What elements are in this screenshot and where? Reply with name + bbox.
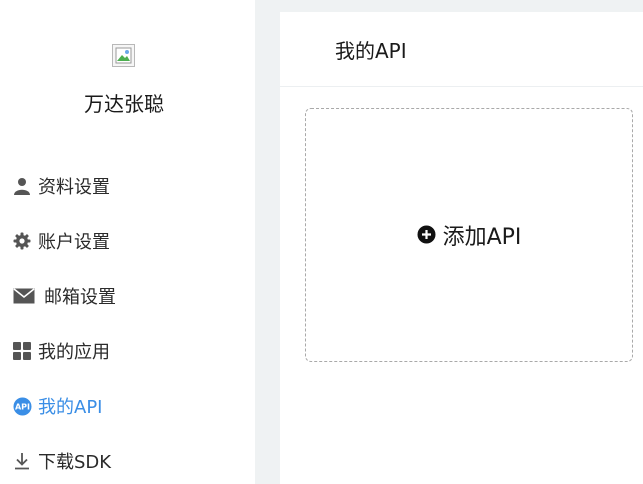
envelope-icon xyxy=(12,286,36,306)
add-api-label: 添加API xyxy=(442,225,522,250)
sidebar-item-email[interactable]: 邮箱设置 xyxy=(12,281,116,311)
add-api-content: 添加API xyxy=(417,219,522,251)
sidebar-item-label: 邮箱设置 xyxy=(44,287,116,308)
sidebar-item-label: 下载SDK xyxy=(38,452,112,473)
sidebar-item-label: 我的应用 xyxy=(38,342,110,363)
sidebar-item-apps[interactable]: 我的应用 xyxy=(12,336,110,366)
page-title: 我的API xyxy=(280,12,643,87)
plus-circle-icon xyxy=(417,225,437,245)
add-api-button[interactable]: 添加API xyxy=(305,108,633,362)
sidebar-item-label: 资料设置 xyxy=(38,177,110,198)
sidebar: 万达张聪 资料设置 账户设置 邮箱设置 我的应用 API 我的API 下载SDK xyxy=(0,0,255,484)
sidebar-item-label: 我的API xyxy=(38,397,103,418)
api-icon: API xyxy=(12,396,32,416)
svg-text:API: API xyxy=(14,402,29,411)
avatar xyxy=(112,44,135,67)
sidebar-item-account[interactable]: 账户设置 xyxy=(12,226,110,256)
sidebar-item-download-sdk[interactable]: 下载SDK xyxy=(12,446,111,476)
user-name: 万达张聪 xyxy=(84,92,164,116)
download-icon xyxy=(12,451,32,471)
main-card: 我的API 添加API xyxy=(280,12,643,484)
sidebar-item-my-api[interactable]: API 我的API xyxy=(12,391,102,421)
sidebar-item-profile[interactable]: 资料设置 xyxy=(12,171,110,201)
broken-image-icon xyxy=(115,47,132,64)
gear-icon xyxy=(12,231,32,251)
sidebar-item-label: 账户设置 xyxy=(38,232,110,253)
grid-icon xyxy=(12,341,32,361)
user-icon xyxy=(12,176,32,196)
